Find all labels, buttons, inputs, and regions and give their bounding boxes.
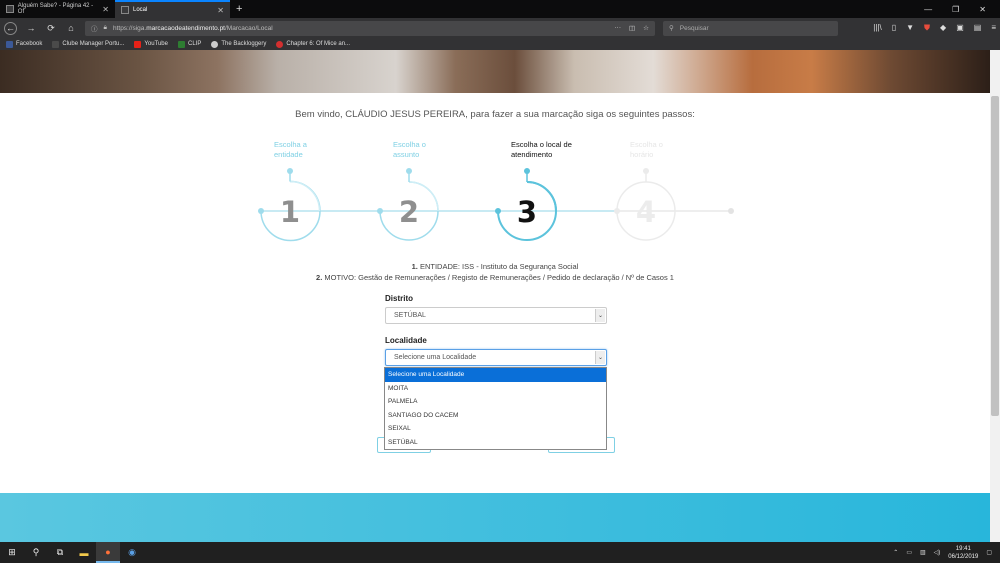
- site-favicon-icon: [121, 6, 129, 14]
- localidade-select[interactable]: Selecione uma Localidade ⌄: [385, 349, 607, 366]
- bookmark-clube-manager[interactable]: Clube Manager Portu...: [52, 40, 124, 48]
- clip-icon: [177, 40, 185, 48]
- menu-icon[interactable]: ≡: [991, 23, 996, 33]
- search-icon[interactable]: ⚲: [24, 542, 48, 563]
- windows-start-icon[interactable]: ⊞: [0, 542, 24, 563]
- facebook-icon: [6, 40, 13, 48]
- page-actions-icon[interactable]: ···: [615, 24, 622, 32]
- toolbar-icons: |||\ ▯ ▼ ⛊ ◆ ▣ ▤ ≡: [873, 23, 996, 33]
- extension-icon[interactable]: ◆: [940, 23, 946, 33]
- sidebar-icon[interactable]: ▯: [892, 23, 896, 33]
- restore-icon[interactable]: ❐: [952, 5, 959, 14]
- bookmark-chapter[interactable]: Chapter 6: Of Mice an...: [276, 40, 350, 48]
- window-controls: — ❐ ✕: [924, 5, 1000, 14]
- new-tab-icon[interactable]: +: [230, 3, 248, 15]
- firefox-icon[interactable]: ●: [96, 542, 120, 563]
- volume-icon[interactable]: ◁): [934, 549, 941, 556]
- scrollbar-thumb[interactable]: [991, 96, 999, 416]
- bookmarks-bar: Facebook Clube Manager Portu... YouTube …: [0, 38, 1000, 50]
- bookmark-star-icon[interactable]: ☆: [643, 24, 649, 32]
- distrito-select[interactable]: SETÚBAL ⌄: [385, 307, 607, 324]
- summary-entidade: 1. ENTIDADE: ISS - Instituto da Seguranç…: [411, 262, 579, 271]
- step-3-label: Escolha o local de atendimento: [511, 140, 572, 159]
- footer-band: [0, 493, 990, 542]
- system-tray: ⌃ ▭ ▥ ◁) 19:41 06/12/2019 ▢: [893, 545, 1000, 561]
- windows-taskbar: ⊞ ⚲ ⧉ ▬ ● ◉ ⌃ ▭ ▥ ◁) 19:41 06/12/2019 ▢: [0, 542, 1000, 563]
- steps-graphic: 1 2 3 4: [258, 168, 734, 242]
- account-icon[interactable]: ▤: [974, 23, 982, 33]
- task-view-icon[interactable]: ⧉: [48, 542, 72, 563]
- step-2-number: 2: [399, 195, 419, 229]
- url-text: https://siga.marcacaodeatendimento.pt/Ma…: [112, 24, 273, 32]
- navigation-toolbar: ← → ⟳ ⌂ ⓘ 🔒︎ https://siga.marcacaodeaten…: [0, 18, 1000, 38]
- filter-icon[interactable]: ▼: [906, 23, 914, 33]
- address-bar[interactable]: ⓘ 🔒︎ https://siga.marcacaodeatendimento.…: [85, 20, 655, 36]
- localidade-option[interactable]: SEIXAL: [385, 422, 606, 436]
- chevron-up-icon[interactable]: ⌃: [893, 549, 898, 556]
- localidade-option[interactable]: PALMELA: [385, 395, 606, 409]
- chapter-site-icon: [276, 40, 284, 48]
- forum-favicon-icon: [6, 5, 14, 13]
- clube-manager-icon: [52, 40, 60, 48]
- localidade-option[interactable]: Selecione uma Localidade: [385, 368, 606, 382]
- globe-icon: [211, 40, 219, 48]
- localidade-label: Localidade: [385, 336, 427, 345]
- close-tab-icon[interactable]: ✕: [102, 5, 109, 14]
- close-tab-icon[interactable]: ✕: [217, 6, 224, 15]
- step-4-label: Escolha o horário: [630, 140, 663, 159]
- tab-local[interactable]: Local ✕: [115, 0, 230, 18]
- info-icon[interactable]: ⓘ: [91, 23, 98, 33]
- steps-progress: 1 2 3 4 Escolha a entidade Escolha o ass…: [0, 130, 990, 250]
- distrito-label: Distrito: [385, 294, 413, 303]
- localidade-option[interactable]: SETÚBAL: [385, 436, 606, 450]
- bookmark-clip[interactable]: CLIP: [177, 40, 201, 48]
- step-4-circle: [614, 168, 734, 241]
- welcome-message: Bem vindo, CLÁUDIO JESUS PEREIRA, para f…: [295, 109, 695, 120]
- step-1-number: 1: [280, 195, 300, 229]
- step-1-label: Escolha a entidade: [274, 140, 307, 159]
- library-icon[interactable]: |||\: [873, 23, 881, 33]
- bookmark-facebook[interactable]: Facebook: [6, 40, 42, 48]
- back-icon[interactable]: ←: [4, 21, 17, 35]
- localidade-dropdown-list: Selecione uma Localidade MOITA PALMELA S…: [384, 367, 607, 450]
- shield-icon[interactable]: ⛊: [924, 23, 930, 33]
- summary-motivo: 2. MOTIVO: Gestão de Remunerações / Regi…: [316, 273, 674, 282]
- action-center-icon[interactable]: ▢: [986, 549, 992, 556]
- pocket-icon[interactable]: ◫: [629, 24, 635, 32]
- minimize-icon[interactable]: —: [924, 5, 932, 14]
- chevron-down-icon[interactable]: ⌄: [595, 309, 605, 322]
- search-icon: ⚲: [669, 25, 674, 32]
- step-2-label: Escolha o assunto: [393, 140, 426, 159]
- selection-summary: 1. ENTIDADE: ISS - Instituto da Seguranç…: [0, 261, 990, 283]
- tab-title: Alguém Sabe? - Página 42 - Of: [17, 3, 94, 15]
- search-input[interactable]: ⚲ Pesquisar: [663, 20, 838, 36]
- steam-icon[interactable]: ◉: [120, 542, 144, 563]
- chevron-down-icon[interactable]: ⌄: [595, 351, 605, 364]
- youtube-icon: [134, 40, 142, 48]
- close-window-icon[interactable]: ✕: [979, 5, 986, 14]
- file-explorer-icon[interactable]: ▬: [72, 542, 96, 563]
- browser-tab-bar: Alguém Sabe? - Página 42 - Of ✕ Local ✕ …: [0, 0, 1000, 18]
- reload-icon[interactable]: ⟳: [45, 23, 57, 34]
- forward-icon[interactable]: →: [25, 23, 37, 33]
- home-icon[interactable]: ⌂: [65, 23, 77, 33]
- localidade-option[interactable]: SANTIAGO DO CACEM: [385, 409, 606, 423]
- tab-title: Local: [133, 7, 148, 13]
- clock[interactable]: 19:41 06/12/2019: [948, 545, 978, 561]
- localidade-option[interactable]: MOITA: [385, 382, 606, 396]
- lock-icon[interactable]: 🔒︎: [104, 24, 107, 32]
- network-icon[interactable]: ▥: [920, 549, 926, 556]
- hero-image: [0, 50, 990, 93]
- page-scrollbar[interactable]: [990, 50, 1000, 542]
- bookmark-youtube[interactable]: YouTube: [134, 40, 168, 48]
- notification-icon[interactable]: ▭: [906, 549, 912, 556]
- step-4-number: 4: [636, 195, 656, 229]
- tab-forum[interactable]: Alguém Sabe? - Página 42 - Of ✕: [0, 0, 115, 18]
- bookmark-backloggery[interactable]: The Backloggery: [211, 40, 266, 48]
- step-3-number: 3: [517, 195, 537, 229]
- screenshot-icon[interactable]: ▣: [956, 23, 964, 33]
